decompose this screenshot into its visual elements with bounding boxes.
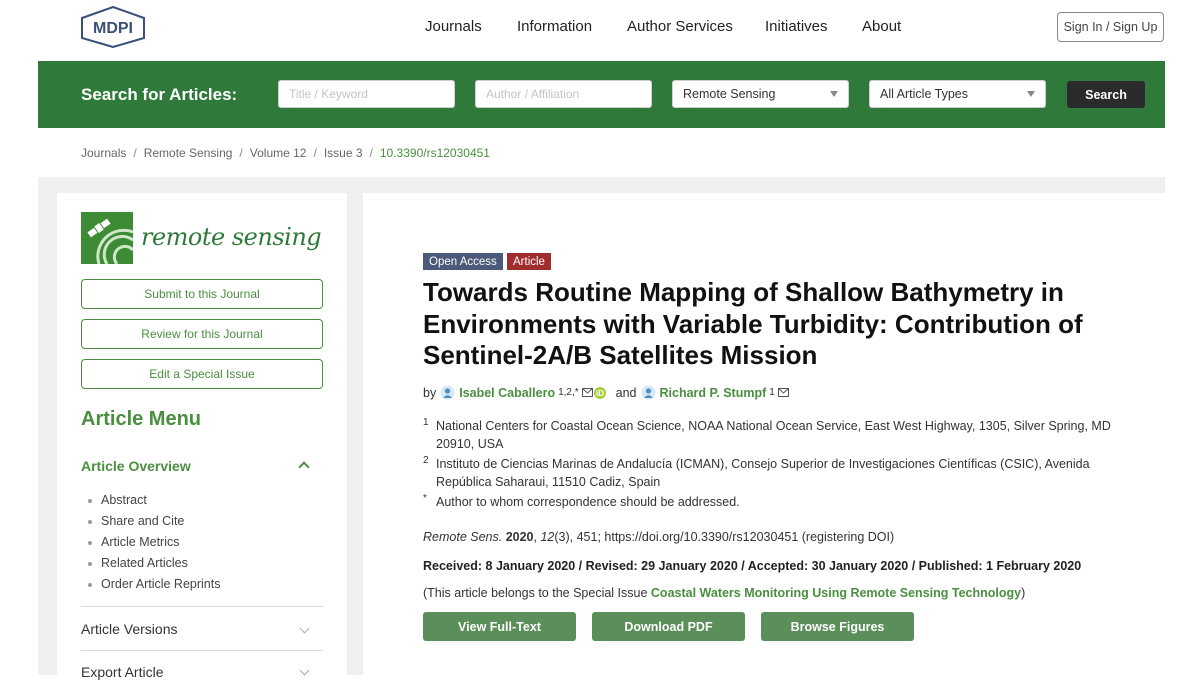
affiliation-text: National Centers for Coastal Ocean Scien… bbox=[436, 419, 1111, 451]
search-button[interactable]: Search bbox=[1067, 81, 1145, 108]
breadcrumb-separator: / bbox=[133, 146, 137, 160]
divider bbox=[81, 606, 323, 607]
special-issue-prefix: (This article belongs to the Special Iss… bbox=[423, 586, 651, 600]
title-keyword-input[interactable]: Title / Keyword bbox=[278, 80, 455, 108]
author-affil-sup: 1 bbox=[769, 387, 775, 398]
orcid-icon[interactable]: iD bbox=[593, 386, 606, 399]
article-type-badge: Article bbox=[507, 253, 551, 270]
divider bbox=[81, 650, 323, 651]
person-icon bbox=[641, 385, 656, 400]
view-full-text-button[interactable]: View Full-Text bbox=[423, 612, 576, 641]
journal-name: remote sensing bbox=[141, 223, 322, 251]
article-main: Open Access Article Towards Routine Mapp… bbox=[363, 193, 1165, 675]
export-article-toggle[interactable]: Export Article bbox=[81, 664, 163, 680]
satellite-icon bbox=[81, 212, 133, 264]
person-icon bbox=[440, 385, 455, 400]
breadcrumb-separator: / bbox=[313, 146, 317, 160]
citation-volume: 12 bbox=[540, 530, 555, 544]
author-line: by Isabel Caballero 1,2,* iD and Richard… bbox=[423, 385, 789, 400]
article-menu-title: Article Menu bbox=[81, 408, 202, 430]
special-issue-note: (This article belongs to the Special Iss… bbox=[423, 586, 1025, 600]
journal-logo[interactable]: remote sensing bbox=[81, 212, 322, 266]
menu-item-metrics[interactable]: Article Metrics bbox=[85, 535, 220, 556]
journal-select[interactable]: Remote Sensing bbox=[672, 80, 849, 108]
menu-item-abstract[interactable]: Abstract bbox=[85, 493, 220, 514]
chevron-up-icon[interactable] bbox=[298, 461, 310, 473]
affiliation-number: 2 bbox=[423, 455, 429, 466]
author-affil-sup: 1,2,* bbox=[558, 387, 579, 398]
sidebar: remote sensing Submit to this Journal Re… bbox=[57, 193, 347, 680]
article-title: Towards Routine Mapping of Shallow Bathy… bbox=[423, 277, 1083, 370]
breadcrumb-doi[interactable]: 10.3390/rs12030451 bbox=[380, 146, 490, 160]
review-for-journal-button[interactable]: Review for this Journal bbox=[81, 319, 323, 349]
breadcrumb: Journals / Remote Sensing / Volume 12 / Issue … bbox=[81, 146, 490, 160]
top-navigation-bar: MDPI Journals Information Author Service… bbox=[0, 0, 1200, 60]
caret-down-icon bbox=[830, 91, 838, 97]
main-nav: Journals Information Author Services Ini… bbox=[0, 18, 1200, 38]
article-overview-list: Abstract Share and Cite Article Metrics … bbox=[85, 493, 220, 598]
publication-dates: Received: 8 January 2020 / Revised: 29 J… bbox=[423, 559, 1082, 573]
citation-rest[interactable]: (3), 451; https://doi.org/10.3390/rs1203… bbox=[554, 530, 894, 544]
special-issue-link[interactable]: Coastal Waters Monitoring Using Remote S… bbox=[651, 586, 1021, 600]
menu-item-related[interactable]: Related Articles bbox=[85, 556, 220, 577]
caret-down-icon bbox=[1027, 91, 1035, 97]
envelope-icon[interactable] bbox=[581, 388, 593, 397]
author-caballero[interactable]: Isabel Caballero bbox=[459, 386, 555, 400]
journal-select-value: Remote Sensing bbox=[683, 87, 776, 101]
special-issue-suffix: ) bbox=[1021, 586, 1026, 600]
menu-item-share-cite[interactable]: Share and Cite bbox=[85, 514, 220, 535]
breadcrumb-separator: / bbox=[239, 146, 243, 160]
and-label: and bbox=[615, 385, 637, 400]
nav-author-services[interactable]: Author Services bbox=[627, 18, 733, 35]
citation-year: 2020 bbox=[505, 530, 534, 544]
citation-line: Remote Sens. 2020, 12(3), 451; https://d… bbox=[423, 530, 894, 544]
nav-initiatives[interactable]: Initiatives bbox=[765, 18, 828, 35]
affiliation-text: Instituto de Ciencias Marinas de Andaluc… bbox=[436, 457, 1090, 489]
breadcrumb-journals[interactable]: Journals bbox=[81, 146, 126, 160]
nav-journals[interactable]: Journals bbox=[425, 18, 482, 35]
breadcrumb-journal[interactable]: Remote Sensing bbox=[144, 146, 233, 160]
article-type-select[interactable]: All Article Types bbox=[869, 80, 1046, 108]
author-stumpf[interactable]: Richard P. Stumpf bbox=[660, 386, 767, 400]
edit-special-issue-button[interactable]: Edit a Special Issue bbox=[81, 359, 323, 389]
article-type-select-value: All Article Types bbox=[880, 87, 969, 101]
nav-about[interactable]: About bbox=[862, 18, 901, 35]
breadcrumb-separator: / bbox=[369, 146, 373, 160]
open-access-badge: Open Access bbox=[423, 253, 503, 270]
citation-journal: Remote Sens. bbox=[423, 530, 503, 544]
menu-item-reprints[interactable]: Order Article Reprints bbox=[85, 577, 220, 598]
search-label: Search for Articles: bbox=[81, 85, 238, 104]
envelope-icon[interactable] bbox=[777, 388, 789, 397]
breadcrumb-volume[interactable]: Volume 12 bbox=[250, 146, 307, 160]
affiliation-text: Author to whom correspondence should be … bbox=[436, 495, 740, 509]
svg-text:iD: iD bbox=[596, 389, 604, 398]
chevron-down-icon[interactable] bbox=[299, 665, 310, 676]
nav-information[interactable]: Information bbox=[517, 18, 592, 35]
article-overview-toggle[interactable]: Article Overview bbox=[81, 458, 191, 474]
submit-to-journal-button[interactable]: Submit to this Journal bbox=[81, 279, 323, 309]
affiliation-number: 1 bbox=[423, 417, 429, 428]
chevron-down-icon[interactable] bbox=[299, 623, 310, 634]
author-affiliation-input[interactable]: Author / Affiliation bbox=[475, 80, 652, 108]
affiliation-number: * bbox=[423, 493, 427, 504]
by-label: by bbox=[423, 385, 437, 400]
sign-in-button[interactable]: Sign In / Sign Up bbox=[1057, 12, 1164, 42]
article-search-bar: Search for Articles: Title / Keyword Aut… bbox=[38, 61, 1165, 128]
browse-figures-button[interactable]: Browse Figures bbox=[761, 612, 914, 641]
article-versions-toggle[interactable]: Article Versions bbox=[81, 621, 177, 637]
download-pdf-button[interactable]: Download PDF bbox=[592, 612, 745, 641]
breadcrumb-issue[interactable]: Issue 3 bbox=[324, 146, 363, 160]
